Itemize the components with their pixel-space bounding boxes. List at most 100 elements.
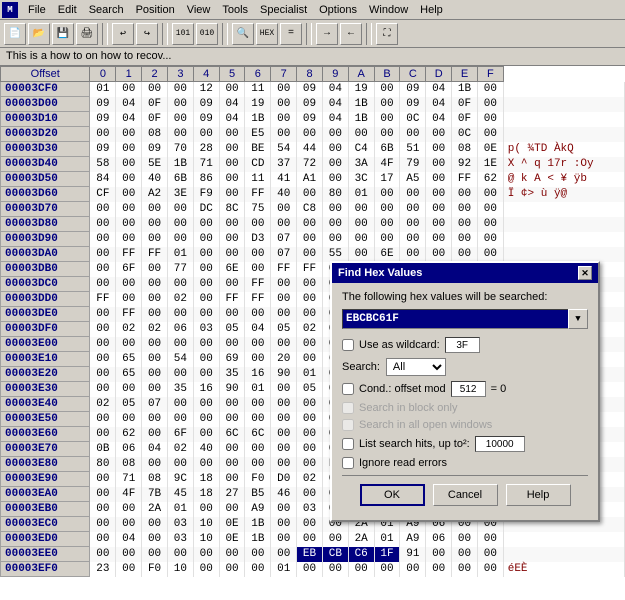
byte-cell[interactable]: 10 <box>193 517 219 532</box>
byte-cell[interactable]: 03 <box>193 322 219 337</box>
byte-cell[interactable]: 00 <box>219 502 245 517</box>
byte-cell[interactable]: 00 <box>219 232 245 247</box>
byte-cell[interactable]: 0F <box>142 97 168 112</box>
byte-cell[interactable]: 00 <box>245 337 271 352</box>
byte-cell[interactable]: 00 <box>116 187 142 202</box>
byte-cell[interactable]: 00 <box>219 82 245 97</box>
byte-cell[interactable]: 86 <box>193 172 219 187</box>
byte-cell[interactable]: C4 <box>348 142 374 157</box>
byte-cell[interactable]: F9 <box>193 187 219 202</box>
byte-cell[interactable]: 08 <box>142 472 168 487</box>
byte-cell[interactable]: 00 <box>477 202 503 217</box>
byte-cell[interactable]: 00 <box>90 427 116 442</box>
byte-cell[interactable]: 8C <box>219 202 245 217</box>
byte-cell[interactable]: 09 <box>142 142 168 157</box>
byte-cell[interactable]: 00 <box>142 337 168 352</box>
wildcard-input[interactable] <box>445 337 480 353</box>
byte-cell[interactable]: 00 <box>142 232 168 247</box>
byte-cell[interactable]: 00 <box>90 232 116 247</box>
help-button[interactable]: Help <box>506 484 571 506</box>
byte-cell[interactable]: 09 <box>193 97 219 112</box>
byte-cell[interactable]: 1B <box>167 157 193 172</box>
byte-cell[interactable]: 20 <box>271 352 297 367</box>
byte-cell[interactable]: FF <box>297 262 323 277</box>
ignore-errors-checkbox[interactable] <box>342 457 354 469</box>
byte-cell[interactable]: 03 <box>297 502 323 517</box>
byte-cell[interactable]: 01 <box>374 532 400 547</box>
byte-cell[interactable]: 3A <box>348 157 374 172</box>
byte-cell[interactable]: 54 <box>271 142 297 157</box>
byte-cell[interactable]: 00 <box>193 397 219 412</box>
byte-cell[interactable]: 69 <box>219 352 245 367</box>
new-button[interactable]: 📄 <box>4 23 26 45</box>
byte-cell[interactable]: 00 <box>297 307 323 322</box>
byte-cell[interactable]: 00 <box>297 412 323 427</box>
byte-cell[interactable]: 00 <box>90 352 116 367</box>
byte-cell[interactable]: 00 <box>193 547 219 562</box>
byte-cell[interactable]: FF <box>245 187 271 202</box>
byte-cell[interactable]: 05 <box>116 397 142 412</box>
byte-cell[interactable]: 00 <box>271 382 297 397</box>
byte-cell[interactable]: 00 <box>142 547 168 562</box>
byte-cell[interactable]: 00 <box>142 427 168 442</box>
byte-cell[interactable]: 01 <box>90 82 116 97</box>
byte-cell[interactable]: 00 <box>167 337 193 352</box>
byte-cell[interactable]: 23 <box>90 562 116 577</box>
byte-cell[interactable]: 00 <box>271 397 297 412</box>
byte-cell[interactable]: 0E <box>477 142 503 157</box>
byte-cell[interactable]: A2 <box>142 187 168 202</box>
byte-cell[interactable]: 00 <box>167 127 193 142</box>
list-hits-input[interactable] <box>475 436 525 452</box>
byte-cell[interactable]: 44 <box>297 142 323 157</box>
paste-button[interactable]: 010 <box>196 23 218 45</box>
block-search-checkbox[interactable] <box>342 402 354 414</box>
byte-cell[interactable]: 40 <box>142 172 168 187</box>
byte-cell[interactable]: 27 <box>219 487 245 502</box>
byte-cell[interactable]: 00 <box>167 412 193 427</box>
byte-cell[interactable]: 00 <box>297 292 323 307</box>
nav-right[interactable]: ← <box>340 23 362 45</box>
byte-cell[interactable]: 00 <box>116 517 142 532</box>
byte-cell[interactable]: 00 <box>193 262 219 277</box>
byte-cell[interactable]: 00 <box>477 97 503 112</box>
search-scope-select[interactable]: All Forward Backward <box>386 358 446 376</box>
byte-cell[interactable]: 16 <box>193 382 219 397</box>
byte-cell[interactable]: 00 <box>116 562 142 577</box>
byte-cell[interactable]: 00 <box>167 97 193 112</box>
byte-cell[interactable]: 00 <box>193 427 219 442</box>
byte-cell[interactable]: F0 <box>142 562 168 577</box>
byte-cell[interactable]: 00 <box>142 202 168 217</box>
byte-cell[interactable]: EB <box>297 547 323 562</box>
byte-cell[interactable]: 7B <box>142 487 168 502</box>
byte-cell[interactable]: 91 <box>400 547 426 562</box>
byte-cell[interactable]: 92 <box>452 157 478 172</box>
byte-cell[interactable]: 00 <box>116 172 142 187</box>
byte-cell[interactable]: 00 <box>142 82 168 97</box>
byte-cell[interactable]: 0E <box>219 532 245 547</box>
byte-cell[interactable]: 03 <box>167 532 193 547</box>
byte-cell[interactable]: 01 <box>297 367 323 382</box>
byte-cell[interactable]: 00 <box>193 337 219 352</box>
byte-cell[interactable]: 46 <box>271 487 297 502</box>
byte-cell[interactable]: 00 <box>116 82 142 97</box>
dialog-close-button[interactable]: ✕ <box>578 266 592 280</box>
byte-cell[interactable]: 05 <box>219 322 245 337</box>
byte-cell[interactable]: 00 <box>193 502 219 517</box>
byte-cell[interactable]: 11 <box>245 82 271 97</box>
byte-cell[interactable]: E5 <box>245 127 271 142</box>
byte-cell[interactable]: 02 <box>116 322 142 337</box>
byte-cell[interactable]: 84 <box>90 172 116 187</box>
byte-cell[interactable]: 00 <box>90 517 116 532</box>
byte-cell[interactable]: 6C <box>219 427 245 442</box>
byte-cell[interactable]: 90 <box>271 367 297 382</box>
byte-cell[interactable]: 1B <box>245 112 271 127</box>
byte-cell[interactable]: 00 <box>374 112 400 127</box>
byte-cell[interactable]: 75 <box>245 202 271 217</box>
byte-cell[interactable]: 00 <box>90 127 116 142</box>
byte-cell[interactable]: 00 <box>400 217 426 232</box>
byte-cell[interactable]: 08 <box>452 142 478 157</box>
byte-cell[interactable]: 00 <box>142 367 168 382</box>
byte-cell[interactable]: 00 <box>142 352 168 367</box>
byte-cell[interactable]: 40 <box>271 187 297 202</box>
byte-cell[interactable]: 00 <box>245 307 271 322</box>
